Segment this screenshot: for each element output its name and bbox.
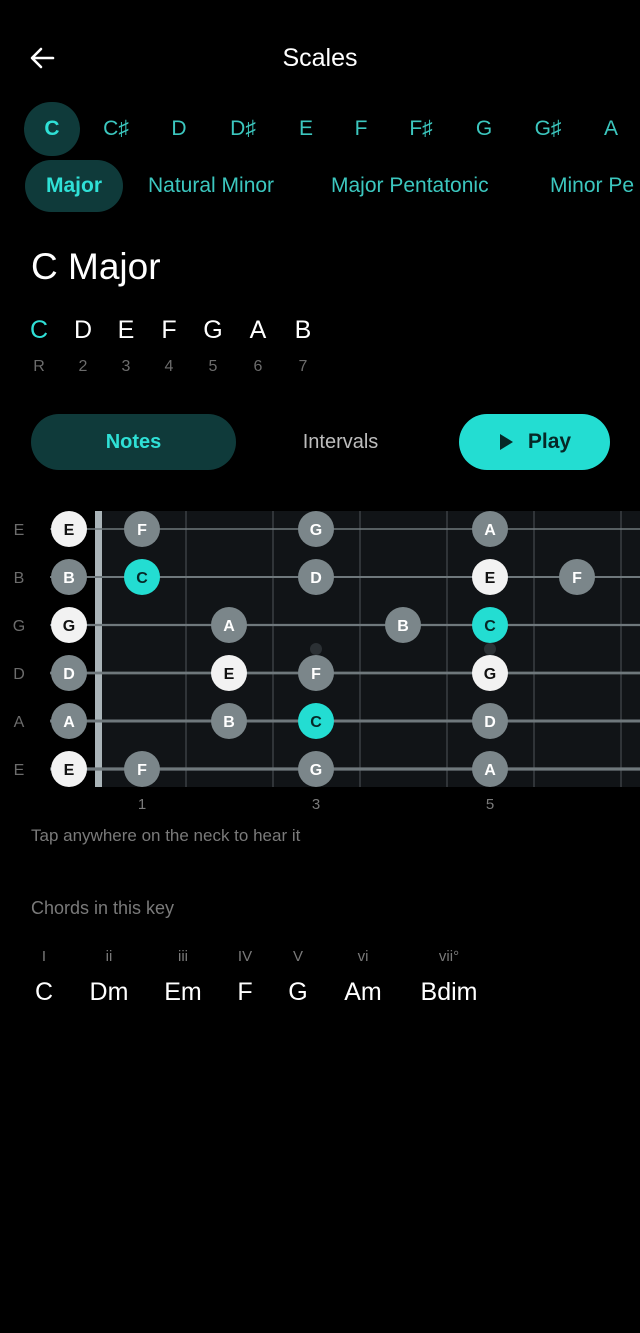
string-label: D xyxy=(13,666,25,683)
scale-name: C Major xyxy=(31,246,161,287)
key-chip-c-sharp[interactable]: C♯ xyxy=(88,102,144,156)
key-chip-c[interactable]: C xyxy=(24,102,80,156)
fret-note-label: G xyxy=(484,666,496,683)
key-selector: C C♯ D D♯ E F F♯ G G♯ A xyxy=(0,102,640,156)
page-title: Scales xyxy=(282,44,358,72)
chord-name: Am xyxy=(344,978,382,1006)
scale-note: B 7 xyxy=(283,316,323,376)
string-label: E xyxy=(14,522,25,539)
key-chip-d-sharp[interactable]: D♯ xyxy=(215,102,271,156)
scale-note: A 6 xyxy=(238,316,278,376)
key-chip-f[interactable]: F xyxy=(333,102,389,156)
scale-type-major[interactable]: Major xyxy=(25,160,124,212)
scale-note: C R xyxy=(19,316,59,376)
fret-note-label: E xyxy=(64,522,75,539)
fret-note-label: E xyxy=(64,762,75,779)
fret-note-label: A xyxy=(63,714,75,731)
chord-name: Dm xyxy=(89,978,129,1006)
chord-item[interactable]: ii Dm xyxy=(69,948,149,1007)
fret-note-label: F xyxy=(311,666,321,683)
fret-note-label: F xyxy=(137,522,147,539)
scale-note: G 5 xyxy=(193,316,233,376)
fret-note-label: D xyxy=(310,570,322,587)
string-label: B xyxy=(14,570,25,587)
fret-note-label: C xyxy=(136,570,148,587)
scale-note: E 3 xyxy=(106,316,146,376)
play-button[interactable]: Play xyxy=(459,414,610,470)
fret-note-label: B xyxy=(63,570,75,587)
fret-number: 1 xyxy=(138,796,146,813)
note-letter: D xyxy=(73,316,93,344)
fret-note-label: A xyxy=(484,762,496,779)
chord-numeral: vii° xyxy=(438,948,460,965)
fret-note-label: D xyxy=(484,714,496,731)
scale-type-natural-minor[interactable]: Natural Minor xyxy=(148,160,274,212)
fretboard[interactable]: E B G D A E E F G A B C D E F G A B C D E F G A B C D E F G A 1 3 5 xyxy=(0,511,640,831)
fret-note-label: F xyxy=(572,570,582,587)
fret-marker-dot xyxy=(484,643,496,655)
fret-note-label: G xyxy=(310,522,322,539)
fretboard-nut xyxy=(95,511,102,787)
fret-note-label: B xyxy=(223,714,235,731)
fret-note-label: D xyxy=(63,666,75,683)
tab-notes[interactable]: Notes xyxy=(31,414,236,470)
fret-note-label: G xyxy=(310,762,322,779)
chord-numeral: vi xyxy=(357,948,369,965)
fret-number: 5 xyxy=(486,796,494,813)
fretboard-neck xyxy=(96,511,640,787)
chord-item[interactable]: vi Am xyxy=(323,948,403,1007)
fret-note-label: C xyxy=(310,714,322,731)
scale-note: F 4 xyxy=(149,316,189,376)
chord-numeral: ii xyxy=(105,948,113,965)
play-label: Play xyxy=(527,430,572,453)
scale-type-minor-pentatonic[interactable]: Minor Pe xyxy=(550,160,634,212)
key-chip-d[interactable]: D xyxy=(151,102,207,156)
scale-type-selector: Major Natural Minor Major Pentatonic Min… xyxy=(0,160,640,212)
note-letter: E xyxy=(117,316,135,344)
string-label: G xyxy=(13,618,25,635)
note-letter: A xyxy=(249,316,267,344)
key-chip-a[interactable]: A xyxy=(583,102,639,156)
fret-note-label: C xyxy=(484,618,496,635)
chord-item[interactable]: vii° Bdim xyxy=(409,948,489,1007)
note-degree: 2 xyxy=(78,358,88,375)
note-degree: 6 xyxy=(253,358,263,375)
fret-note-label: E xyxy=(485,570,496,587)
chord-name: Bdim xyxy=(420,978,478,1006)
note-degree: R xyxy=(33,358,45,375)
key-chip-g[interactable]: G xyxy=(456,102,512,156)
key-chip-g-sharp[interactable]: G♯ xyxy=(520,102,576,156)
tab-intervals[interactable]: Intervals xyxy=(238,414,443,470)
note-degree: 5 xyxy=(208,358,218,375)
fret-note-label: A xyxy=(484,522,496,539)
key-chip-f-sharp[interactable]: F♯ xyxy=(393,102,449,156)
fret-note-label: E xyxy=(224,666,235,683)
key-chip-e[interactable]: E xyxy=(278,102,334,156)
note-letter: F xyxy=(161,316,177,344)
chords-section-label: Chords in this key xyxy=(31,898,175,918)
scale-type-major-pentatonic[interactable]: Major Pentatonic xyxy=(331,160,489,212)
string-label: E xyxy=(14,762,25,779)
fret-note-label: F xyxy=(137,762,147,779)
note-degree: 3 xyxy=(121,358,131,375)
fret-number: 3 xyxy=(312,796,320,813)
play-icon xyxy=(499,434,513,450)
note-letter: G xyxy=(203,316,223,344)
note-letter: C xyxy=(29,316,49,344)
note-letter: B xyxy=(294,316,312,344)
fret-marker-dot xyxy=(310,643,322,655)
scale-note: D 2 xyxy=(63,316,103,376)
string-label: A xyxy=(14,714,25,731)
fret-note-label: B xyxy=(397,618,409,635)
fretboard-caption: Tap anywhere on the neck to hear it xyxy=(31,826,301,845)
fret-note-label: G xyxy=(63,618,75,635)
note-degree: 7 xyxy=(298,358,308,375)
note-degree: 4 xyxy=(164,358,174,375)
fret-note-label: A xyxy=(223,618,235,635)
